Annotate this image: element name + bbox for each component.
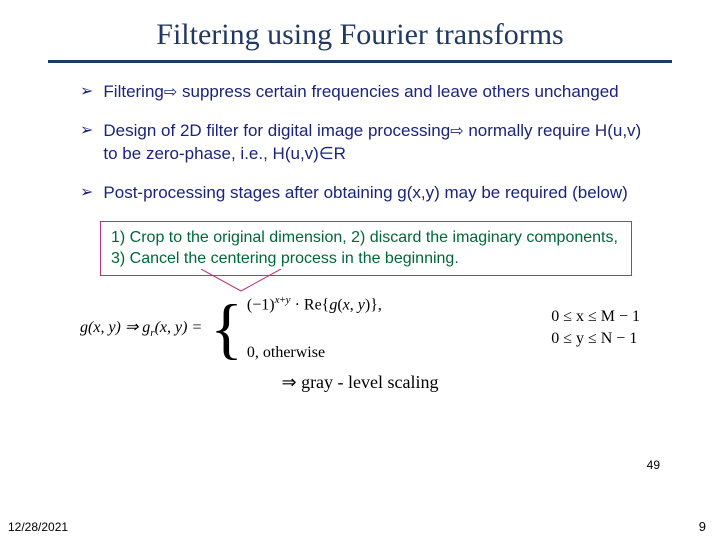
equation-gray-scaling: ⇒ gray - level scaling bbox=[80, 372, 640, 393]
equation-lhs: g(x, y) ⇒ gr(x, y) = bbox=[80, 317, 202, 339]
bullet-item: ➢ Filtering⇨ suppress certain frequencie… bbox=[80, 81, 660, 104]
brace-left-icon: { bbox=[210, 301, 243, 355]
bullet-text: Design of 2D filter for digital image pr… bbox=[103, 120, 660, 166]
bullet-item: ➢ Design of 2D filter for digital image … bbox=[80, 120, 660, 166]
bullet-pre: Filtering bbox=[103, 82, 163, 101]
title-rule bbox=[48, 60, 672, 63]
slide-title: Filtering using Fourier transforms bbox=[40, 18, 680, 60]
callout-text: 1) Crop to the original dimension, 2) di… bbox=[111, 229, 618, 267]
bullet-post: suppress certain frequencies and leave o… bbox=[177, 82, 618, 101]
callout-box: 1) Crop to the original dimension, 2) di… bbox=[100, 221, 632, 277]
footer-page-number: 9 bbox=[699, 519, 706, 534]
inner-page-number: 49 bbox=[647, 458, 660, 472]
equation-case-bottom: 0, otherwise bbox=[247, 344, 382, 362]
range-y: 0 ≤ y ≤ N − 1 bbox=[551, 328, 640, 350]
bullet-pre: Post-processing stages after obtaining g… bbox=[103, 183, 627, 202]
equation-case-top: (−1)x+y · Re{g(x, y)}, bbox=[247, 294, 382, 314]
chevron-right-icon: ➢ bbox=[80, 182, 93, 204]
arrow-right-icon: ⇨ bbox=[164, 82, 177, 104]
bullet-list: ➢ Filtering⇨ suppress certain frequencie… bbox=[40, 81, 680, 205]
arrow-right-icon: ⇨ bbox=[450, 121, 463, 143]
equation-ranges: 0 ≤ x ≤ M − 1 0 ≤ y ≤ N − 1 bbox=[551, 306, 640, 351]
bullet-item: ➢ Post-processing stages after obtaining… bbox=[80, 182, 660, 205]
bullet-pre: Design of 2D filter for digital image pr… bbox=[103, 121, 450, 140]
chevron-right-icon: ➢ bbox=[80, 81, 93, 103]
equation-block: g(x, y) ⇒ gr(x, y) = { (−1)x+y · Re{g(x,… bbox=[80, 294, 640, 393]
range-x: 0 ≤ x ≤ M − 1 bbox=[551, 306, 640, 328]
bullet-text: Post-processing stages after obtaining g… bbox=[103, 182, 660, 205]
chevron-right-icon: ➢ bbox=[80, 120, 93, 142]
bullet-text: Filtering⇨ suppress certain frequencies … bbox=[103, 81, 660, 104]
footer-date: 12/28/2021 bbox=[8, 520, 68, 534]
